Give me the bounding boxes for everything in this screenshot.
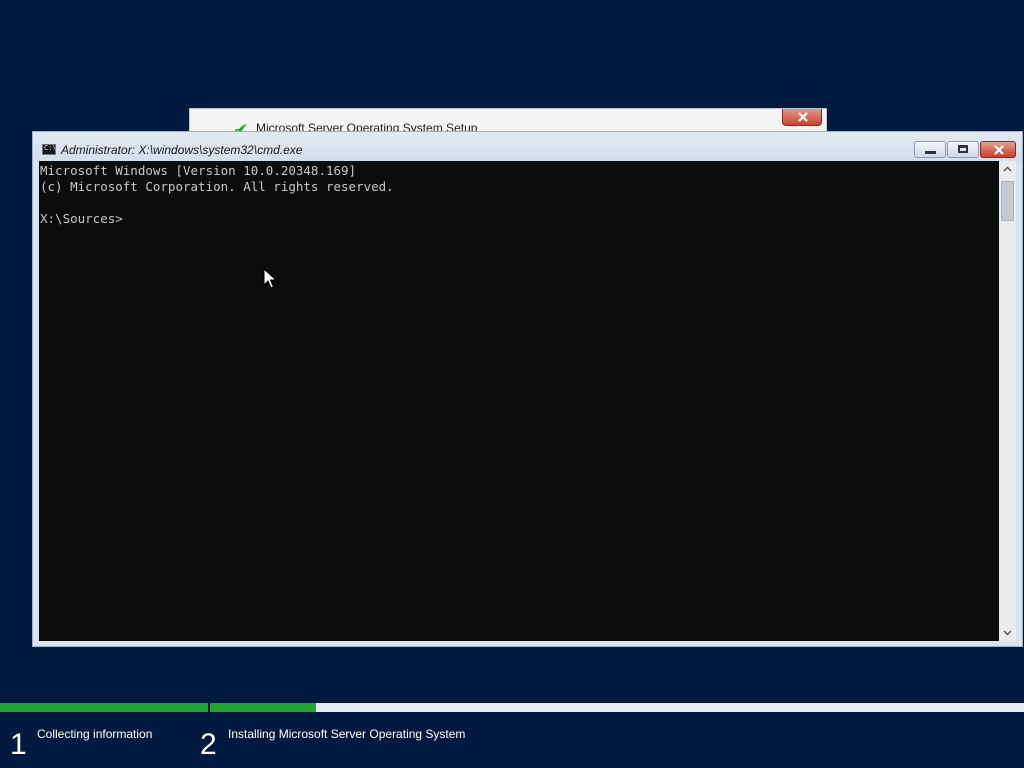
minimize-button[interactable] <box>914 141 946 158</box>
setup-desktop: Microsoft Server Operating System Setup … <box>0 0 1024 768</box>
close-button[interactable] <box>980 141 1016 158</box>
progress-fill-1 <box>0 703 208 712</box>
mouse-cursor-icon <box>263 268 277 289</box>
setup-progress <box>0 703 1024 712</box>
console-prompt[interactable]: X:\Sources> <box>40 211 123 226</box>
console-area[interactable]: Microsoft Windows [Version 10.0.20348.16… <box>39 161 999 641</box>
step-label: Collecting information <box>37 727 153 741</box>
step-label: Installing Microsoft Server Operating Sy… <box>228 727 466 741</box>
scroll-up-arrow-icon[interactable] <box>1003 165 1012 174</box>
scroll-thumb[interactable] <box>1001 181 1014 221</box>
step-number: 2 <box>200 728 217 761</box>
maximize-button[interactable] <box>947 141 979 158</box>
cmd-app-icon[interactable]: C:\ <box>42 144 57 155</box>
cmd-window[interactable]: C:\ Administrator: X:\windows\system32\c… <box>32 131 1023 647</box>
maximize-icon <box>958 145 968 153</box>
progress-fill-2 <box>210 703 316 712</box>
close-icon <box>798 112 808 122</box>
setup-close-button[interactable] <box>782 109 822 126</box>
vertical-scrollbar[interactable] <box>999 161 1016 641</box>
console-output[interactable]: Microsoft Windows [Version 10.0.20348.16… <box>40 163 394 227</box>
console-line: Microsoft Windows [Version 10.0.20348.16… <box>40 163 357 178</box>
step-number: 1 <box>10 728 27 761</box>
cmd-titlebar[interactable]: C:\ Administrator: X:\windows\system32\c… <box>33 132 1022 162</box>
progress-segment-2 <box>210 703 1024 712</box>
cmd-icon-text: C:\ <box>44 144 57 152</box>
close-icon <box>994 145 1004 155</box>
console-line: (c) Microsoft Corporation. All rights re… <box>40 179 394 194</box>
cmd-window-title: Administrator: X:\windows\system32\cmd.e… <box>61 143 303 157</box>
minimize-icon <box>925 151 936 154</box>
scroll-down-arrow-icon[interactable] <box>1003 628 1012 637</box>
progress-segment-1 <box>0 703 208 712</box>
